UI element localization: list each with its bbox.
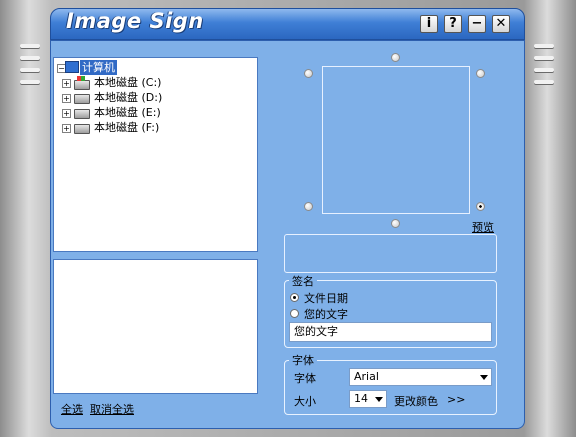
drive-icon [74,94,90,104]
font-group-title: 字体 [289,352,317,368]
position-bottom-left-handle[interactable] [304,202,313,211]
folder-tree[interactable]: − 计算机 + 本地磁盘 (C:) + 本地磁盘 (D:) + 本地磁盘 (E:… [53,57,258,252]
expand-icon[interactable]: + [62,109,71,118]
file-date-radio[interactable] [290,293,299,302]
more-options-button[interactable]: >> [447,393,465,406]
grip-line [20,80,40,84]
grip-line [20,56,40,60]
signature-group-title: 签名 [289,273,317,289]
file-date-label[interactable]: 文件日期 [304,290,348,306]
position-top-left-handle[interactable] [304,69,313,78]
drive-icon [74,124,90,134]
preview-area [284,234,497,273]
preview-link[interactable]: 预览 [472,219,494,235]
position-top-right-handle[interactable] [476,69,485,78]
tree-item-label: 本地磁盘 (E:) [94,106,161,119]
change-color-button[interactable]: 更改颜色 [394,393,438,409]
position-bottom-handle[interactable] [391,219,400,228]
position-box [322,66,470,214]
tree-root-label[interactable]: 计算机 [80,60,117,75]
grip-line [534,80,554,84]
file-list[interactable] [53,259,258,394]
your-text-radio[interactable] [290,309,299,318]
tree-item-label: 本地磁盘 (C:) [94,76,162,89]
expand-icon[interactable]: + [62,94,71,103]
signature-text-input[interactable]: 您的文字 [289,322,492,342]
dropdown-arrow-icon [375,397,383,402]
size-select[interactable]: 14 [349,390,387,408]
tree-item-label: 本地磁盘 (D:) [94,91,163,104]
font-select[interactable]: Arial [349,368,492,386]
your-text-label[interactable]: 您的文字 [304,306,348,322]
expand-icon[interactable]: + [62,79,71,88]
tree-item-label: 本地磁盘 (F:) [94,121,160,134]
grip-line [20,68,40,72]
help-button[interactable]: ? [444,15,462,33]
position-bottom-right-handle[interactable] [476,202,485,211]
expand-icon[interactable]: + [62,124,71,133]
grip-line [534,56,554,60]
grip-line [20,44,40,48]
select-all-link[interactable]: 全选 [61,401,83,417]
font-select-value: Arial [354,370,379,383]
dropdown-arrow-icon [480,375,488,380]
position-top-handle[interactable] [391,53,400,62]
computer-icon [65,61,79,73]
grip-line [534,68,554,72]
info-button[interactable]: i [420,15,438,33]
grip-line [534,44,554,48]
size-select-value: 14 [354,392,368,405]
drive-icon [74,109,90,119]
deselect-all-link[interactable]: 取消全选 [90,401,134,417]
app-title: Image Sign [66,9,204,33]
minimize-button[interactable]: − [468,15,486,33]
font-label: 字体 [294,372,316,385]
size-label: 大小 [294,395,316,408]
close-button[interactable]: ✕ [492,15,510,33]
windows-drive-icon [74,76,90,90]
